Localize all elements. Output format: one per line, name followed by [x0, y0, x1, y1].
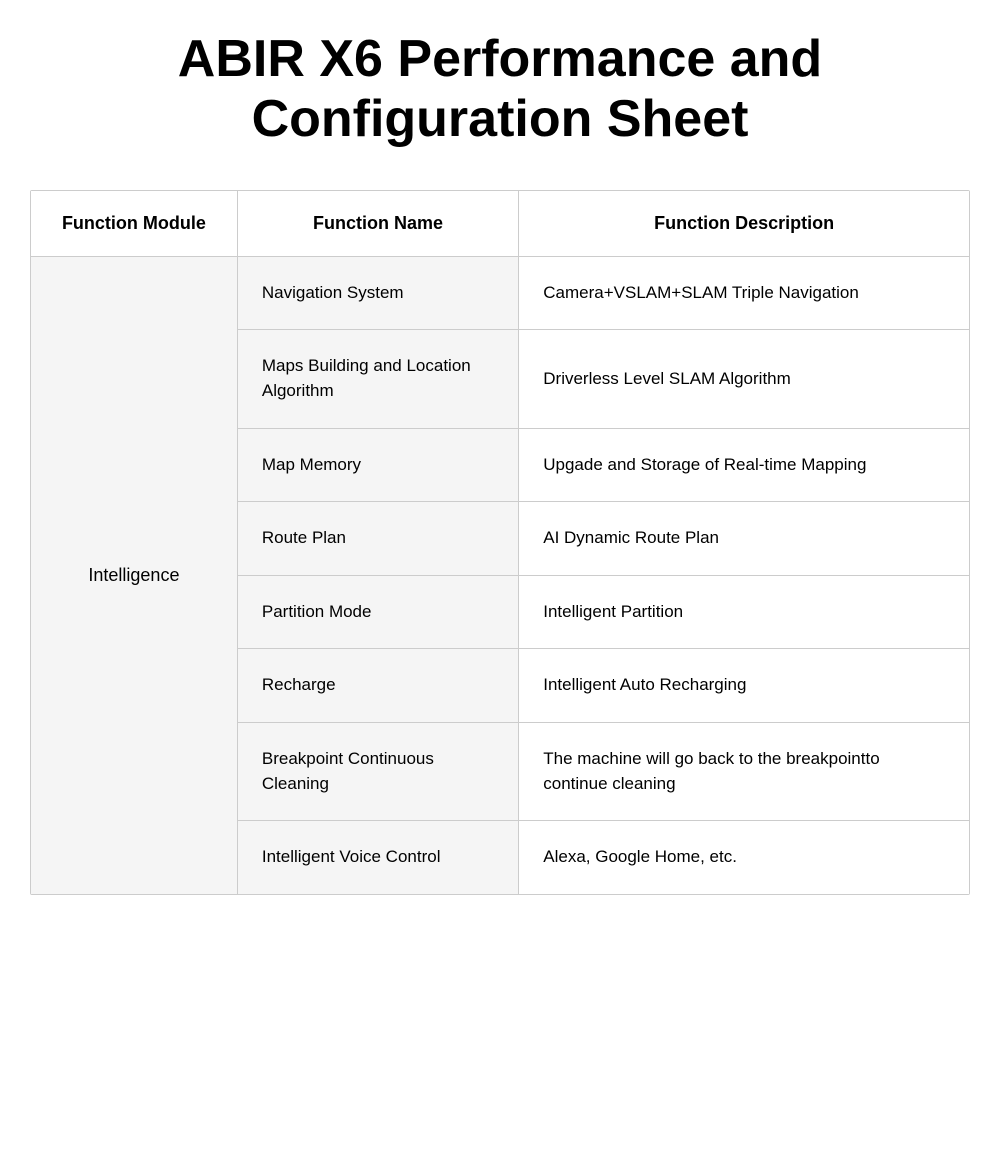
function-desc-cell: Intelligent Partition — [519, 575, 969, 649]
table-row: IntelligenceNavigation SystemCamera+VSLA… — [31, 256, 969, 330]
page-title: ABIR X6 Performance and Configuration Sh… — [50, 30, 950, 150]
function-name-cell: Breakpoint Continuous Cleaning — [237, 723, 518, 821]
function-name-cell: Intelligent Voice Control — [237, 821, 518, 894]
function-desc-cell: AI Dynamic Route Plan — [519, 502, 969, 576]
function-desc-cell: The machine will go back to the breakpoi… — [519, 723, 969, 821]
module-cell-intelligence: Intelligence — [31, 256, 237, 894]
function-desc-cell: Upgade and Storage of Real-time Mapping — [519, 428, 969, 502]
function-name-cell: Partition Mode — [237, 575, 518, 649]
function-desc-cell: Driverless Level SLAM Algorithm — [519, 330, 969, 428]
function-name-cell: Map Memory — [237, 428, 518, 502]
function-name-cell: Route Plan — [237, 502, 518, 576]
function-desc-cell: Intelligent Auto Recharging — [519, 649, 969, 723]
table-header-row: Function Module Function Name Function D… — [31, 191, 969, 257]
function-name-cell: Navigation System — [237, 256, 518, 330]
function-desc-cell: Alexa, Google Home, etc. — [519, 821, 969, 894]
header-module: Function Module — [31, 191, 237, 257]
header-description: Function Description — [519, 191, 969, 257]
header-name: Function Name — [237, 191, 518, 257]
function-name-cell: Maps Building and Location Algorithm — [237, 330, 518, 428]
function-desc-cell: Camera+VSLAM+SLAM Triple Navigation — [519, 256, 969, 330]
function-name-cell: Recharge — [237, 649, 518, 723]
performance-table-wrapper: Function Module Function Name Function D… — [30, 190, 970, 895]
performance-table: Function Module Function Name Function D… — [31, 191, 969, 894]
